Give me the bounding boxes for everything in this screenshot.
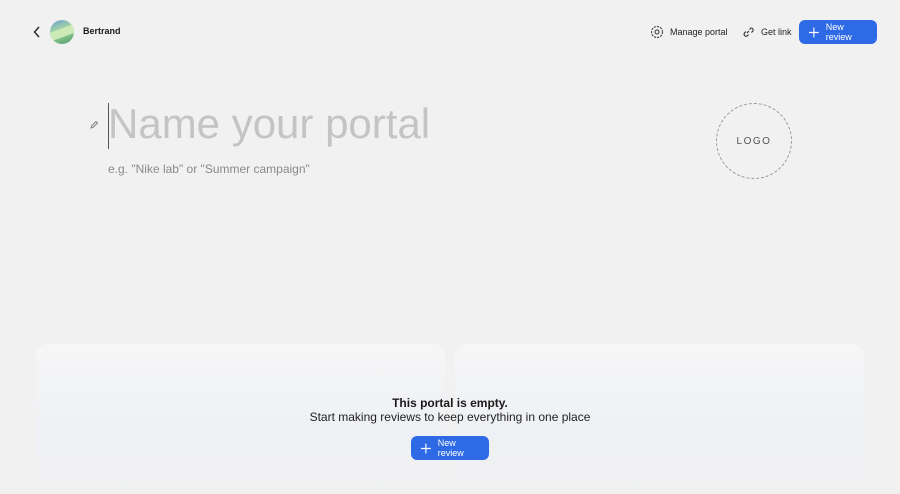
- pencil-icon: [90, 120, 99, 129]
- avatar[interactable]: [50, 20, 74, 44]
- chevron-left-icon: [33, 26, 40, 38]
- back-button[interactable]: [28, 22, 46, 42]
- empty-state-subtitle: Start making reviews to keep everything …: [309, 410, 591, 424]
- plus-icon: [421, 443, 431, 453]
- gear-icon: [651, 26, 663, 38]
- logo-label: LOGO: [736, 135, 772, 147]
- link-icon: [743, 27, 754, 37]
- plus-icon: [809, 27, 819, 37]
- get-link-button[interactable]: Get link: [741, 20, 792, 44]
- portal-name-hint: e.g. "Nike lab" or "Summer campaign": [108, 162, 310, 176]
- new-review-label: New review: [437, 438, 464, 458]
- get-link-label: Get link: [761, 27, 792, 37]
- portal-name-input[interactable]: [108, 100, 628, 148]
- new-review-button[interactable]: New review: [799, 20, 877, 44]
- user-name: Bertrand: [83, 26, 121, 36]
- empty-state-title: This portal is empty.: [392, 396, 508, 410]
- manage-portal-button[interactable]: Manage portal: [650, 20, 728, 44]
- empty-new-review-button[interactable]: New review: [411, 436, 489, 460]
- manage-portal-label: Manage portal: [670, 27, 728, 37]
- new-review-label: New review: [825, 22, 852, 42]
- logo-upload[interactable]: LOGO: [716, 103, 792, 179]
